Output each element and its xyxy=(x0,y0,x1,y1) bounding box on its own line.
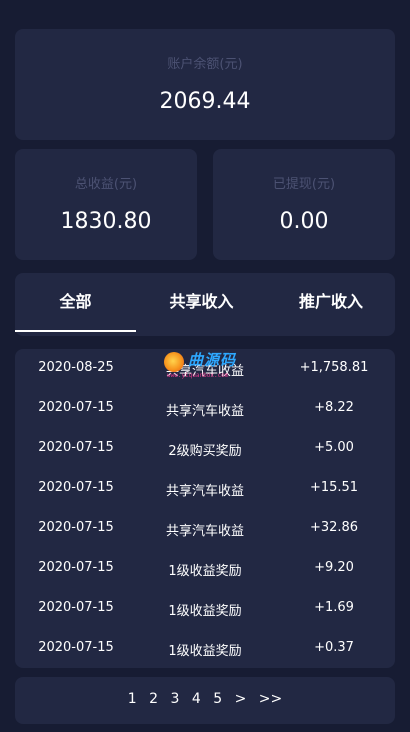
total-earnings-label: 总收益(元) xyxy=(74,177,138,192)
record-date: 2020-07-15 xyxy=(38,480,114,495)
record-type: 2级购买奖励 xyxy=(168,444,242,459)
last-page-link[interactable]: >> xyxy=(259,691,282,707)
account-balance-card: 账户余额(元) 2069.44 xyxy=(15,29,395,140)
record-type: 共享汽车收益 xyxy=(165,484,244,499)
record-date: 2020-07-15 xyxy=(38,640,114,655)
total-earnings-value: 1830.80 xyxy=(60,209,152,234)
page-5-link[interactable]: 5 xyxy=(213,691,222,707)
income-tabs: 全部 共享收入 推广收入 xyxy=(15,273,395,336)
record-amount: +1,758.81 xyxy=(299,360,369,375)
list-item: 2020-07-15 共享汽车收益 +32.86 xyxy=(15,509,395,549)
record-type: 1级收益奖励 xyxy=(168,604,242,619)
list-item: 2020-07-15 1级收益奖励 +9.20 xyxy=(15,549,395,589)
next-page-link[interactable]: > xyxy=(235,691,247,707)
income-record-list: 2020-08-25 共享汽车收益 +1,758.81 2020-07-15 共… xyxy=(15,349,395,668)
tab-share-income[interactable]: 共享收入 xyxy=(141,273,262,331)
withdrawn-label: 已提现(元) xyxy=(272,177,336,192)
list-item: 2020-07-15 共享汽车收益 +8.22 xyxy=(15,389,395,429)
watermark-url: www.yiquanbox.com xyxy=(167,372,229,379)
page-3-link[interactable]: 3 xyxy=(170,691,179,707)
total-earnings-card: 总收益(元) 1830.80 xyxy=(15,149,197,260)
active-tab-indicator xyxy=(15,330,136,332)
record-amount: +0.37 xyxy=(314,640,354,655)
watermark-logo: 曲源码 www.yiquanbox.com xyxy=(162,349,254,385)
balance-value: 2069.44 xyxy=(159,89,251,114)
record-amount: +32.86 xyxy=(309,520,359,535)
page-1-link[interactable]: 1 xyxy=(128,691,137,707)
page-2-link[interactable]: 2 xyxy=(149,691,158,707)
pagination: 1 2 3 4 5 > >> xyxy=(15,677,395,724)
record-amount: +9.20 xyxy=(314,560,354,575)
record-date: 2020-07-15 xyxy=(38,560,114,575)
list-item: 2020-07-15 1级收益奖励 +0.37 xyxy=(15,629,395,669)
sun-logo-icon xyxy=(164,352,184,372)
record-date: 2020-07-15 xyxy=(38,440,114,455)
record-type: 共享汽车收益 xyxy=(165,404,244,419)
tab-all[interactable]: 全部 xyxy=(15,273,136,331)
record-date: 2020-07-15 xyxy=(38,600,114,615)
balance-label: 账户余额(元) xyxy=(167,57,243,72)
withdrawn-value: 0.00 xyxy=(279,209,329,234)
record-amount: +8.22 xyxy=(314,400,354,415)
page-4-link[interactable]: 4 xyxy=(192,691,201,707)
tab-promotion-income[interactable]: 推广收入 xyxy=(267,273,395,331)
pagination-links: 1 2 3 4 5 > >> xyxy=(15,691,395,707)
list-item: 2020-07-15 2级购买奖励 +5.00 xyxy=(15,429,395,469)
record-date: 2020-07-15 xyxy=(38,520,114,535)
record-date: 2020-08-25 xyxy=(38,360,114,375)
record-type: 1级收益奖励 xyxy=(168,564,242,579)
record-amount: +1.69 xyxy=(314,600,354,615)
withdrawn-card: 已提现(元) 0.00 xyxy=(213,149,395,260)
record-amount: +15.51 xyxy=(309,480,359,495)
list-item: 2020-07-15 1级收益奖励 +1.69 xyxy=(15,589,395,629)
record-type: 1级收益奖励 xyxy=(168,644,242,659)
record-type: 共享汽车收益 xyxy=(165,524,244,539)
watermark-text: 曲源码 xyxy=(188,351,237,369)
record-amount: +5.00 xyxy=(314,440,354,455)
record-date: 2020-07-15 xyxy=(38,400,114,415)
list-item: 2020-07-15 共享汽车收益 +15.51 xyxy=(15,469,395,509)
